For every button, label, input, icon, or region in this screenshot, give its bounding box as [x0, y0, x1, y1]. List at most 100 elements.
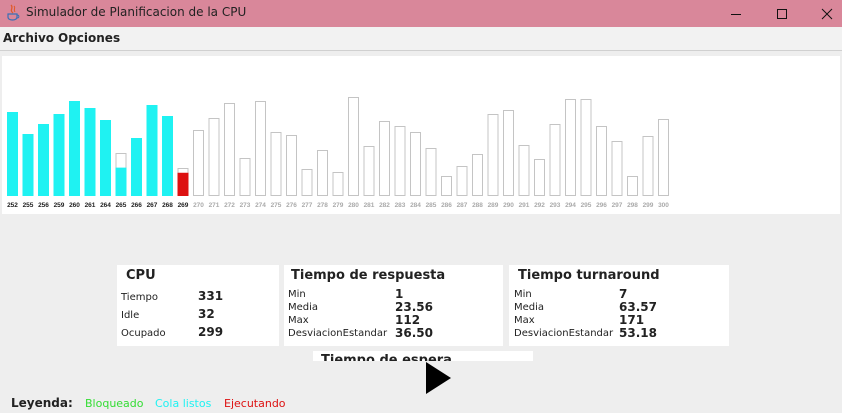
process-label-272: 272: [224, 202, 235, 209]
process-label-278: 278: [317, 202, 328, 209]
process-bar-fill-252: [7, 112, 18, 196]
process-bar-298: [627, 176, 638, 196]
process-label-265: 265: [116, 202, 127, 209]
process-bar-fill-259: [53, 114, 65, 196]
process-bar-275: [270, 132, 282, 196]
process-bar-chart: 252 255 256 259 260 261 264 265 266 267 268 269 270 2…: [2, 56, 840, 214]
cpu-title: CPU: [126, 268, 156, 283]
process-bar-294: [565, 99, 576, 196]
cpu-busy-value: 299: [198, 325, 224, 339]
process-bar-280: [348, 97, 359, 196]
process-label-266: 266: [131, 202, 142, 209]
process-label-292: 292: [534, 202, 545, 209]
menu-opciones[interactable]: Opciones: [58, 31, 120, 45]
process-bar-295: [580, 99, 592, 196]
process-label-291: 291: [519, 202, 530, 209]
process-label-274: 274: [255, 202, 266, 209]
process-label-252: 252: [7, 202, 18, 209]
process-bar-296: [596, 126, 607, 196]
response-stddev-value: 36.50: [395, 326, 433, 340]
process-bar-293: [549, 124, 561, 196]
process-label-295: 295: [581, 202, 592, 209]
minimize-icon: [731, 13, 741, 15]
turnaround-min-label: Min: [514, 289, 532, 300]
process-label-298: 298: [627, 202, 638, 209]
response-stddev-label: DesviacionEstandar: [288, 328, 388, 339]
process-bar-fill-264: [100, 120, 111, 196]
menu-archivo[interactable]: Archivo: [3, 31, 54, 45]
process-label-277: 277: [302, 202, 313, 209]
process-bar-fill-255: [22, 134, 34, 196]
title-bar: Simulador de Planificacion de la CPU: [0, 0, 842, 27]
process-label-280: 280: [348, 202, 359, 209]
process-bar-291: [518, 145, 530, 196]
window-title: Simulador de Planificacion de la CPU: [26, 5, 247, 19]
process-bar-fill-268: [162, 116, 173, 196]
process-label-264: 264: [100, 202, 111, 209]
turnaround-time-panel: Tiempo turnaround Min 7 Media 63.57 Max …: [509, 265, 729, 346]
process-label-290: 290: [503, 202, 514, 209]
process-bar-fill-265: [115, 167, 127, 196]
process-label-286: 286: [441, 202, 452, 209]
wait-time-title: Tiempo de espera: [321, 353, 452, 361]
process-label-256: 256: [38, 202, 49, 209]
process-bar-274: [255, 101, 266, 196]
process-bar-292: [534, 159, 545, 196]
process-label-281: 281: [364, 202, 375, 209]
process-label-255: 255: [23, 202, 34, 209]
response-max-label: Max: [288, 315, 309, 326]
process-bar-283: [394, 126, 406, 196]
process-label-276: 276: [286, 202, 297, 209]
response-mean-label: Media: [288, 302, 319, 313]
minimize-button[interactable]: [713, 0, 759, 27]
cpu-time-value: 331: [198, 289, 224, 303]
process-label-273: 273: [240, 202, 251, 209]
cpu-busy-label: Ocupado: [121, 328, 166, 339]
process-bar-272: [224, 103, 235, 196]
process-label-294: 294: [565, 202, 576, 209]
process-bar-290: [503, 110, 514, 196]
process-label-260: 260: [69, 202, 80, 209]
cpu-idle-label: Idle: [121, 310, 140, 321]
process-label-289: 289: [488, 202, 499, 209]
response-min-value: 1: [395, 287, 404, 301]
process-label-270: 270: [193, 202, 204, 209]
process-bar-fill-261: [84, 108, 96, 196]
legend-ready-queue: Cola listos: [155, 397, 212, 410]
legend-title: Leyenda:: [11, 396, 73, 410]
process-label-275: 275: [271, 202, 282, 209]
process-bar-288: [472, 154, 483, 196]
process-label-261: 261: [85, 202, 96, 209]
turnaround-mean-label: Media: [514, 302, 545, 313]
process-label-296: 296: [596, 202, 607, 209]
close-button[interactable]: [804, 0, 842, 27]
process-bar-286: [441, 176, 452, 196]
process-label-271: 271: [209, 202, 220, 209]
process-bar-300: [658, 119, 669, 196]
process-label-268: 268: [162, 202, 173, 209]
process-bar-fill-256: [38, 124, 49, 196]
process-bar-270: [193, 130, 204, 196]
process-bar-287: [456, 166, 468, 196]
process-label-284: 284: [410, 202, 421, 209]
maximize-button[interactable]: [759, 0, 805, 27]
process-bar-284: [410, 132, 421, 196]
process-label-300: 300: [658, 202, 669, 209]
response-time-panel: Tiempo de respuesta Min 1 Media 23.56 Ma…: [284, 265, 503, 346]
process-bar-299: [642, 136, 654, 196]
process-bars-svg: 252 255 256 259 260 261 264 265 266 267 268 269 270 2…: [7, 97, 669, 209]
process-bar-278: [317, 150, 328, 196]
turnaround-stddev-value: 53.18: [619, 326, 657, 340]
turnaround-max-value: 171: [619, 313, 645, 327]
process-label-297: 297: [612, 202, 623, 209]
process-label-285: 285: [426, 202, 437, 209]
process-label-293: 293: [550, 202, 561, 209]
process-bar-fill-269: [177, 172, 189, 196]
process-bar-fill-260: [69, 101, 80, 196]
process-label-282: 282: [379, 202, 390, 209]
process-bar-271: [208, 118, 220, 196]
process-label-299: 299: [643, 202, 654, 209]
legend-blocked: Bloqueado: [85, 397, 144, 410]
play-button[interactable]: [426, 362, 451, 394]
process-bar-fill-267: [146, 105, 158, 196]
